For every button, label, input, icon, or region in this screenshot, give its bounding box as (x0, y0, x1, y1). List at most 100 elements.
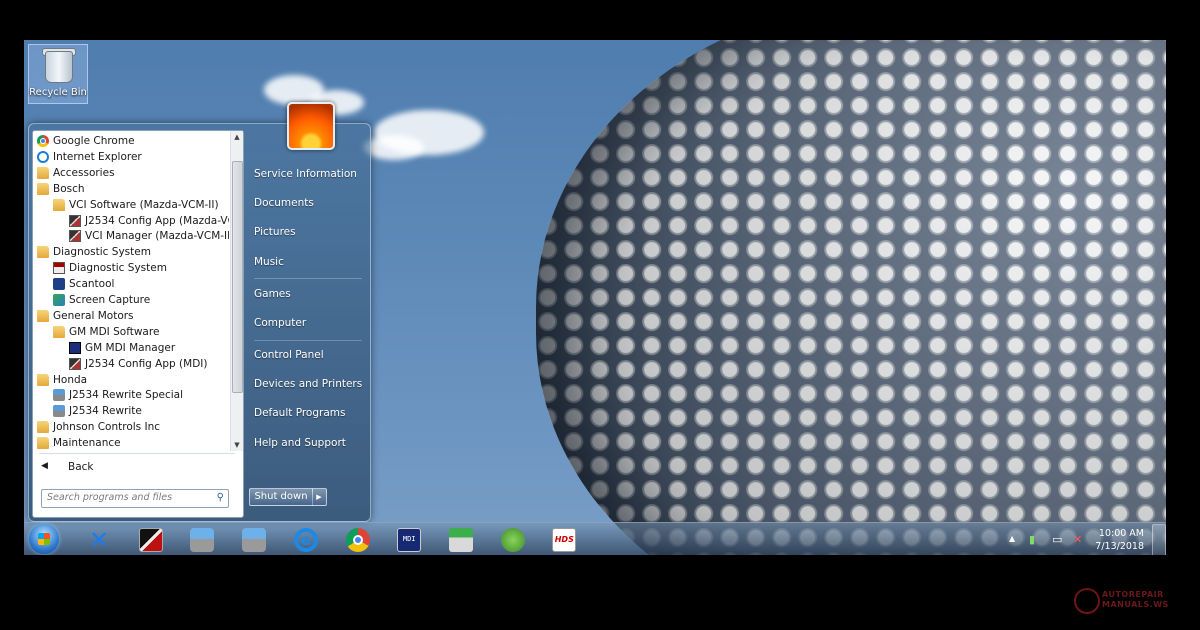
start-link[interactable]: Games (254, 288, 291, 300)
menu-separator (254, 278, 362, 279)
taskbar-button[interactable] (131, 525, 171, 554)
mdi-icon: MDI (397, 527, 422, 552)
start-link[interactable]: Control Panel (254, 349, 324, 361)
search-icon[interactable]: ⚲ (217, 492, 224, 503)
program-list: Google Chrome Internet Explorer Accessorie… (33, 131, 229, 451)
mdi-icon (69, 341, 81, 354)
programs-pane: Google Chrome Internet Explorer Accessorie… (32, 130, 244, 518)
search-placeholder: Search programs and files (47, 492, 173, 503)
scroll-down-icon[interactable]: ▼ (231, 439, 243, 451)
program-label: Scantool (69, 278, 115, 291)
app-icon (69, 357, 81, 370)
start-link[interactable]: Devices and Printers (254, 378, 362, 390)
program-label: Google Chrome (53, 135, 135, 147)
show-desktop-button[interactable] (1152, 524, 1166, 555)
scroll-up-icon[interactable]: ▲ (231, 131, 243, 143)
chrome-icon (37, 135, 49, 147)
program-label: Johnson Controls Inc (53, 421, 161, 434)
program-label: GM MDI Software (69, 325, 160, 338)
cloud (364, 135, 424, 160)
folder-icon (53, 198, 65, 211)
taskbar-button[interactable] (338, 525, 378, 554)
x-app-icon: ✕ (88, 525, 110, 554)
search-input[interactable]: Search programs and files ⚲ (41, 489, 229, 508)
volume-muted-icon[interactable]: ✕ (1073, 533, 1082, 546)
start-link[interactable]: Music (254, 256, 284, 268)
program-label: Honda (53, 373, 88, 386)
taskbar-button[interactable]: HDS (544, 525, 584, 554)
rewrite-special-icon (190, 527, 215, 552)
program-label: Internet Explorer (53, 150, 142, 163)
program-label: Screen Capture (69, 294, 151, 306)
program-label: Diagnostic System (53, 246, 151, 259)
windows-logo-icon (38, 533, 50, 545)
clock[interactable]: 10:00 AM 7/13/2018 (1092, 527, 1144, 553)
folder-icon (37, 437, 49, 450)
rewrite-icon (53, 389, 65, 402)
start-link[interactable]: Default Programs (254, 407, 345, 419)
screen-capture-icon (53, 294, 65, 306)
network-icon[interactable]: ▭ (1052, 533, 1062, 546)
start-link[interactable]: Computer (254, 317, 306, 329)
diagnostic-icon (53, 262, 65, 275)
back-arrow-icon: ◀ (41, 461, 48, 471)
taskbar-button[interactable]: ✕ (79, 525, 119, 554)
program-label: J2534 Config App (Mazda-VCM-I (85, 214, 229, 227)
taskbar-button[interactable] (493, 525, 533, 554)
chrome-icon (345, 527, 370, 552)
start-link[interactable]: Service Information (254, 168, 357, 180)
green-app-icon (500, 527, 525, 552)
program-label: J2534 Config App (MDI) (85, 357, 208, 370)
watermark-logo (1074, 588, 1100, 614)
installer-icon (448, 527, 473, 552)
divider (39, 453, 235, 454)
folder-icon (37, 373, 49, 386)
folder-icon (37, 309, 49, 322)
scantool-icon (53, 278, 65, 291)
user-picture[interactable] (287, 102, 335, 150)
vcm-app-icon (138, 527, 163, 552)
start-link[interactable]: Help and Support (254, 437, 346, 449)
folder-icon (37, 182, 49, 195)
recycle-bin-label: Recycle Bin (29, 87, 87, 98)
app-icon (69, 214, 81, 227)
program-scrollbar[interactable]: ▲ ▼ (230, 131, 243, 451)
hds-icon: HDS (552, 527, 577, 552)
rewrite-icon (242, 527, 267, 552)
menu-separator (254, 340, 362, 341)
folder-icon (37, 421, 49, 434)
internet-explorer-icon: e (293, 527, 318, 552)
taskbar-button[interactable] (182, 525, 222, 554)
clock-time: 10:00 AM (1098, 528, 1144, 539)
taskbar: ✕ e MDI HDS ▲ ▮ ▭ ✕ 10:00 AM 7/13/2018 (24, 522, 1166, 555)
program-label: VCI Manager (Mazda-VCM-II) (85, 230, 229, 243)
taskbar-button[interactable]: e (286, 525, 326, 554)
folder-icon (37, 166, 49, 179)
start-menu: Google Chrome Internet Explorer Accessorie… (28, 102, 371, 522)
back-label: Back (68, 461, 94, 473)
program-label: VCI Software (Mazda-VCM-II) (69, 198, 219, 211)
program-label: J2534 Rewrite (69, 405, 142, 418)
start-link[interactable]: Documents (254, 197, 314, 209)
taskbar-button[interactable] (234, 525, 274, 554)
scroll-thumb[interactable] (232, 161, 243, 393)
desktop: Recycle Bin Google Chrome Internet Explor… (24, 40, 1166, 555)
shutdown-options-button[interactable]: ▶ (312, 488, 327, 506)
show-hidden-icons-icon[interactable]: ▲ (1009, 534, 1015, 543)
program-label: General Motors (53, 309, 134, 322)
recycle-bin-shortcut[interactable]: Recycle Bin (28, 44, 88, 104)
program-label: GM MDI Manager (85, 341, 176, 354)
start-button[interactable] (29, 524, 59, 554)
start-link[interactable]: Pictures (254, 226, 296, 238)
program-label: Diagnostic System (69, 262, 167, 275)
clock-date: 7/13/2018 (1095, 541, 1144, 552)
program-label: Bosch (53, 182, 85, 195)
taskbar-button[interactable] (441, 525, 481, 554)
folder-icon (37, 246, 49, 259)
shutdown-button[interactable]: Shut down (249, 488, 313, 506)
program-label: Accessories (53, 166, 115, 179)
taskbar-button[interactable]: MDI (389, 525, 429, 554)
program-label: J2534 Rewrite Special (69, 389, 184, 402)
folder-icon (53, 325, 65, 338)
power-icon[interactable]: ▮ (1029, 533, 1035, 546)
